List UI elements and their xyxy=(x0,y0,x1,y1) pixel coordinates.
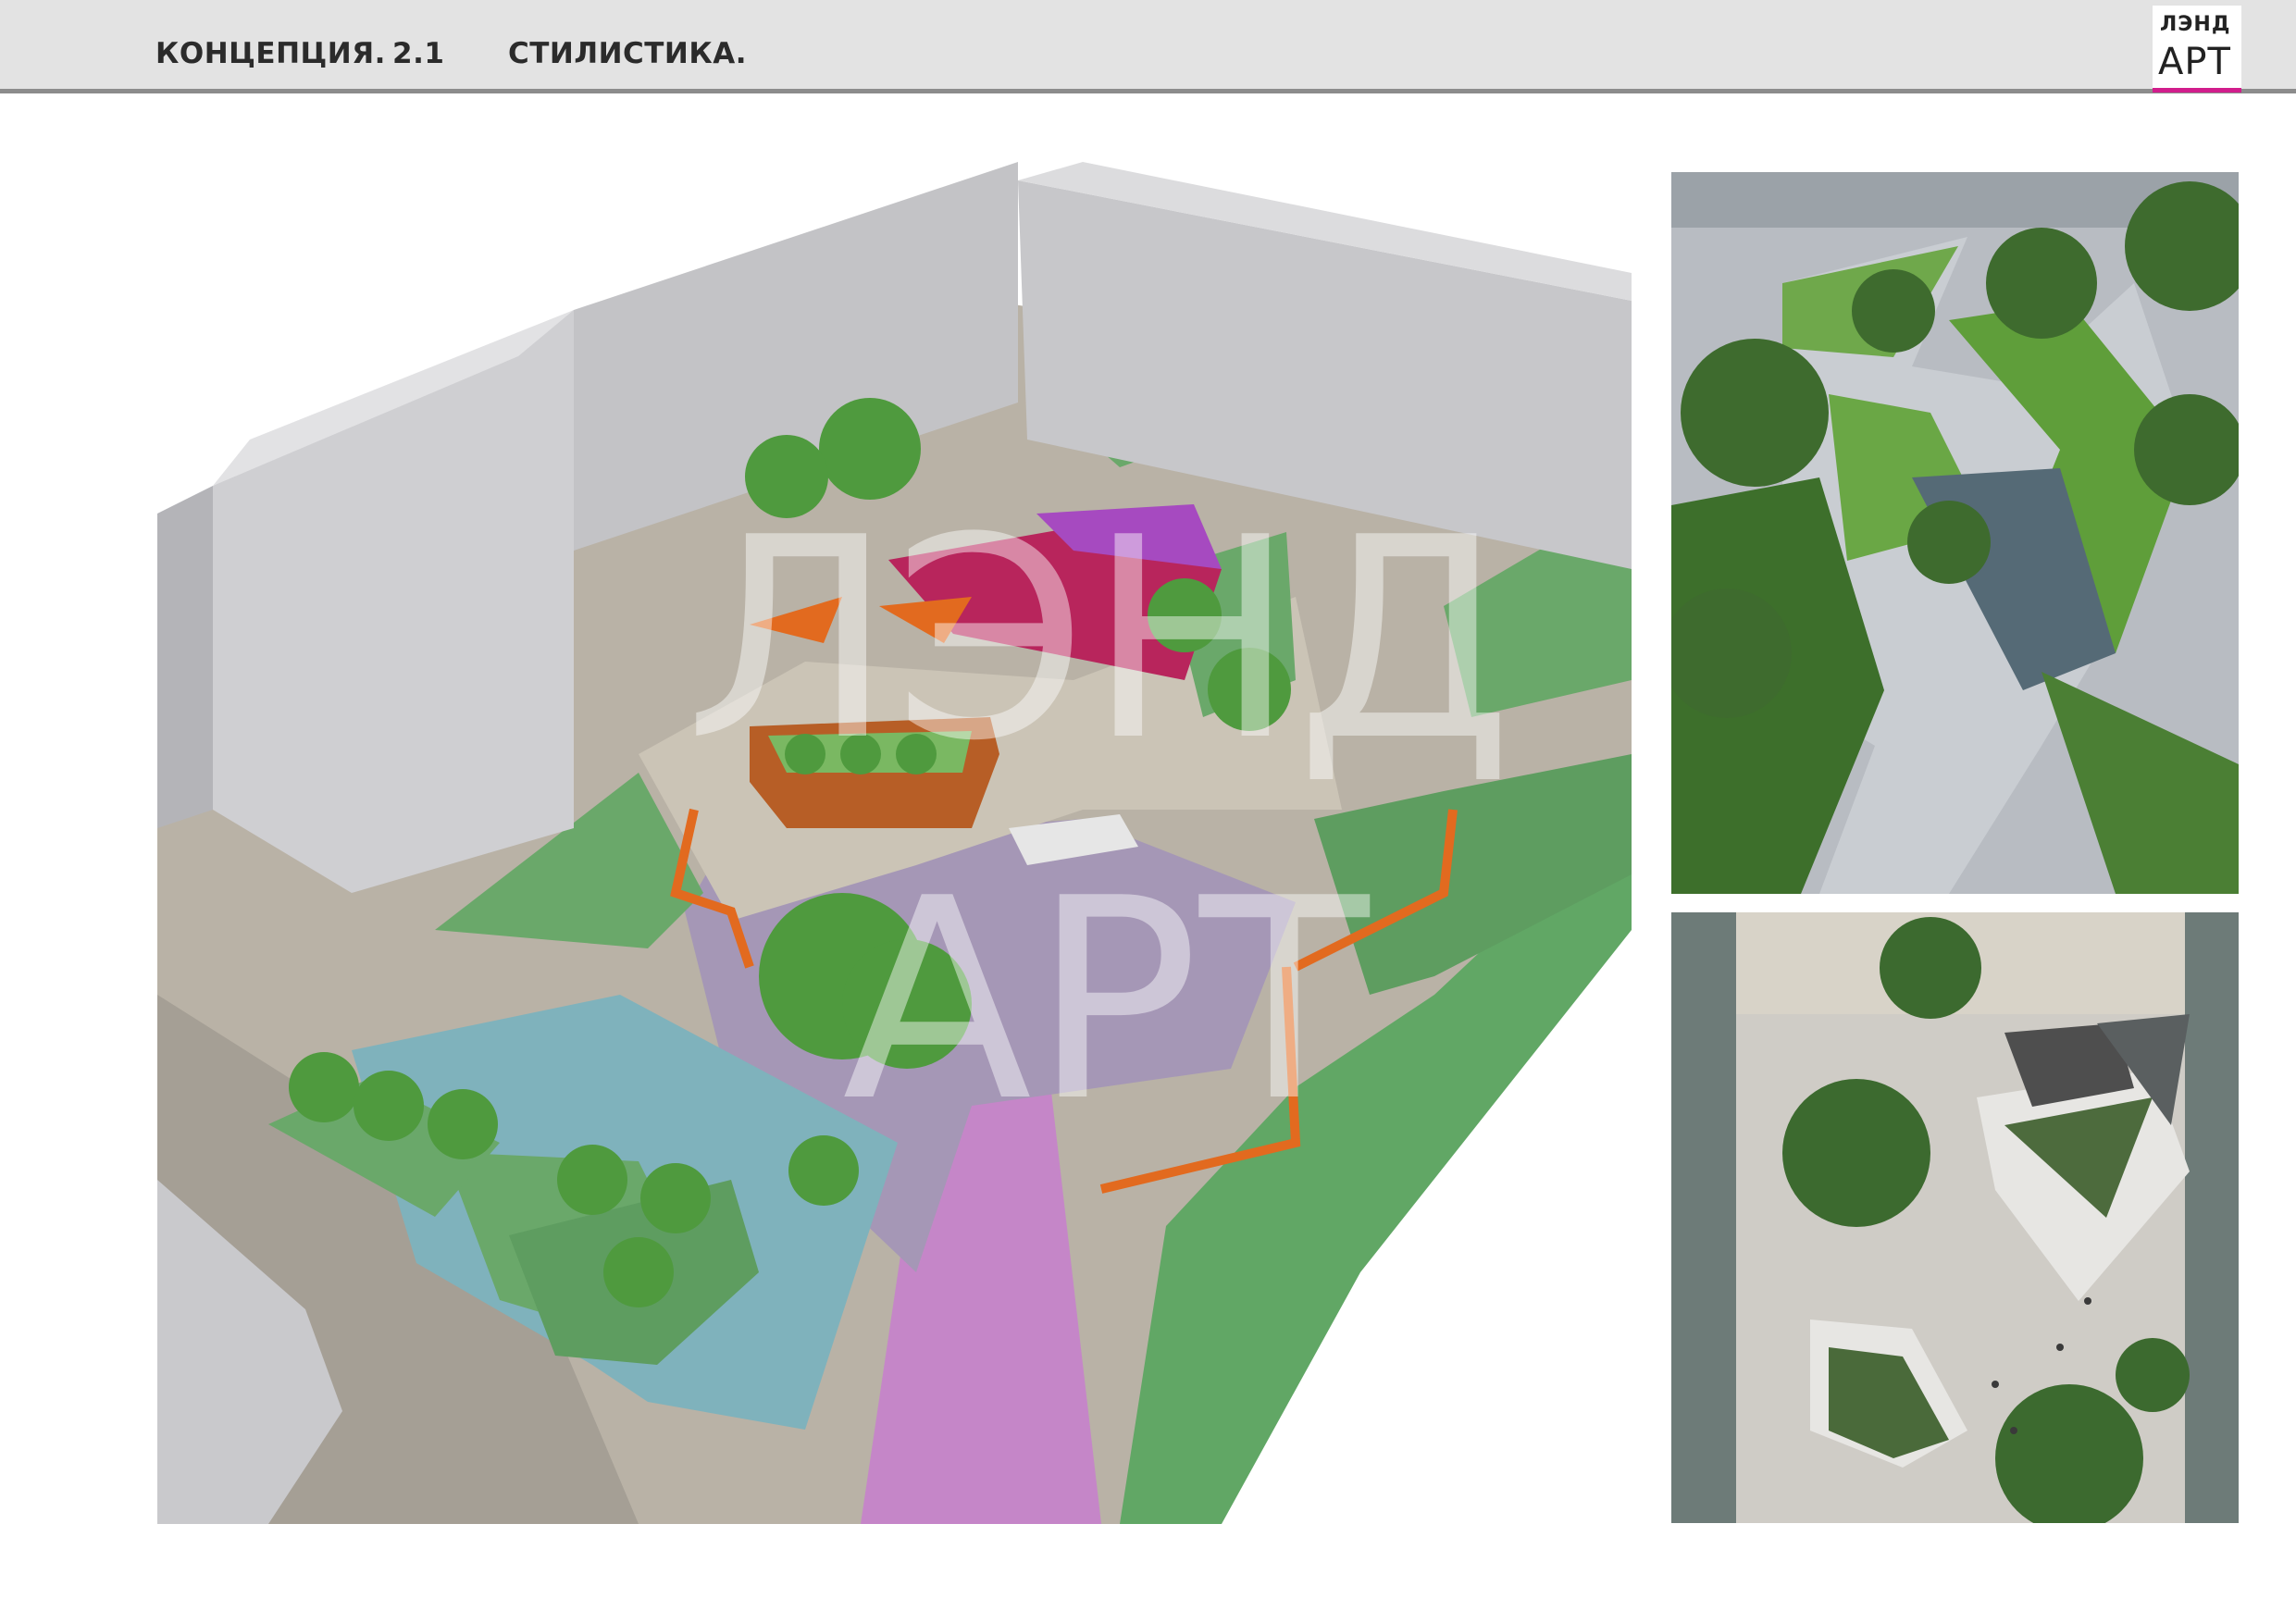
header-rule xyxy=(0,89,2296,93)
section-number: 2.1 xyxy=(392,37,445,70)
logo: ЛЭНД АРТ xyxy=(2153,6,2241,93)
logo-line2: АРТ xyxy=(2158,41,2231,83)
reference-photo-plaza xyxy=(1671,912,2239,1523)
reference-photo-zigzag-park xyxy=(1671,172,2239,894)
section-subtitle: СТИЛИСТИКА. xyxy=(508,37,747,70)
watermark-line1: ЛЭНД xyxy=(685,478,1513,801)
logo-line1: ЛЭНД xyxy=(2160,13,2231,36)
concept-render: ЛЭНД АРТ xyxy=(157,162,1632,1524)
section-title: КОНЦЕПЦИЯ. xyxy=(155,37,386,70)
watermark-line2: АРТ xyxy=(842,839,1373,1162)
